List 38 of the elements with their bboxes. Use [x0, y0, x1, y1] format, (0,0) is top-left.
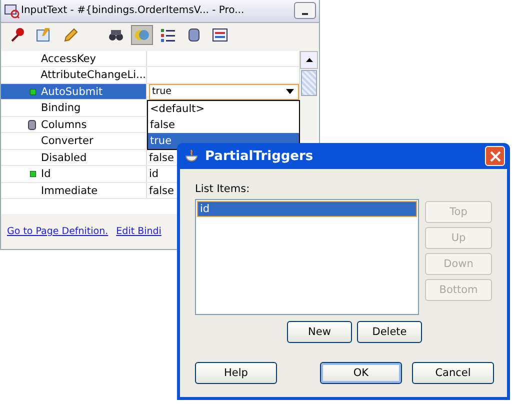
minimize-button[interactable]: [294, 2, 316, 20]
property-name[interactable]: Columns: [41, 118, 87, 131]
dialog-title: PartialTriggers: [205, 148, 314, 164]
status-icon: [30, 88, 36, 95]
link[interactable]: Edit Bindi: [116, 226, 162, 237]
window-icon: [4, 2, 20, 19]
scroll-up-icon[interactable]: [306, 58, 312, 62]
property-value: false: [149, 152, 174, 164]
scroll-thumb[interactable]: [301, 70, 317, 96]
property-name[interactable]: AccessKey: [41, 52, 96, 65]
dropdown-option[interactable]: false: [148, 116, 299, 133]
status-icon: [30, 171, 36, 178]
value-dropdown[interactable]: true: [149, 84, 299, 100]
list-label: List Items:: [195, 183, 251, 195]
minimize-icon: [302, 12, 308, 15]
dropdown-option[interactable]: <default>: [148, 100, 299, 117]
database-icon: [28, 120, 36, 130]
property-name[interactable]: Id: [41, 168, 51, 180]
delete-button[interactable]: Delete: [357, 321, 422, 343]
property-name[interactable]: Converter: [41, 135, 94, 148]
close-icon: [490, 150, 500, 162]
close-button[interactable]: [485, 146, 505, 166]
caret-icon: [286, 89, 294, 94]
list-box[interactable]: id: [195, 199, 419, 315]
property-name[interactable]: Disabled: [41, 152, 87, 164]
new-button[interactable]: New: [287, 321, 352, 343]
link[interactable]: Go to Page Defnition.: [7, 226, 108, 237]
panel-title: InputText - #{bindings.OrderItemsV... - Pro...: [21, 5, 246, 16]
ok-button[interactable]: OK: [320, 362, 402, 384]
property-name[interactable]: Immediate: [41, 184, 98, 197]
cancel-button[interactable]: Cancel: [412, 362, 494, 384]
help-button[interactable]: Help: [195, 362, 277, 384]
cup-icon: [184, 149, 200, 163]
list-item[interactable]: id: [197, 201, 417, 217]
property-name[interactable]: AttributeChangeLi...: [40, 69, 146, 82]
property-value: id: [149, 168, 159, 180]
property-value: false: [149, 184, 174, 197]
property-name[interactable]: Binding: [41, 102, 81, 114]
